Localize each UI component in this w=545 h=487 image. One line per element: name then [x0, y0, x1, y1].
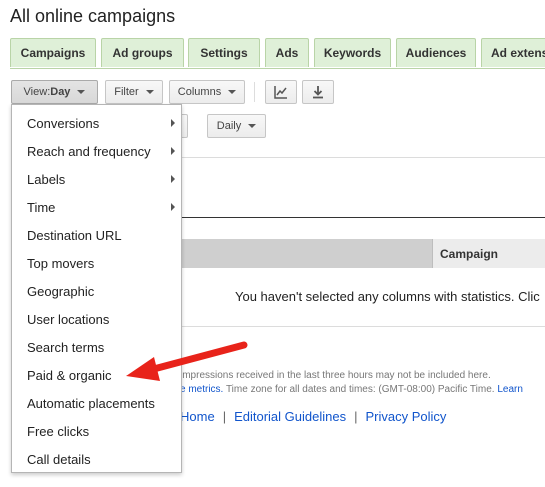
menu-item-label: Time — [27, 199, 56, 215]
chart-area-top-border — [180, 157, 545, 158]
menu-item-call-details[interactable]: Call details — [12, 445, 181, 473]
daily-dropdown-button[interactable]: Daily — [207, 114, 266, 138]
chevron-right-icon — [171, 203, 175, 211]
menu-item-label: Conversions — [27, 115, 100, 131]
menu-item-user-locations[interactable]: User locations — [12, 305, 181, 333]
menu-item-search-terms[interactable]: Search terms — [12, 333, 181, 361]
data-delay-note: impressions received in the last three h… — [180, 370, 491, 381]
menu-item-conversions[interactable]: Conversions — [12, 109, 181, 137]
footer-separator: | — [222, 409, 227, 424]
download-icon — [313, 86, 323, 99]
timezone-note: e metrics. Time zone for all dates and t… — [180, 384, 523, 395]
chart-button[interactable] — [265, 80, 297, 104]
footer-link-privacy-policy[interactable]: Privacy Policy — [365, 409, 446, 424]
menu-item-paid-and-organic[interactable]: Paid & organic — [12, 361, 181, 389]
learn-more-link[interactable]: Learn — [497, 384, 523, 395]
footer-separator: | — [354, 409, 358, 424]
view-menu: Conversions Reach and frequency Labels T… — [11, 104, 182, 473]
view-label: View: — [23, 86, 51, 98]
menu-item-geographic[interactable]: Geographic — [12, 277, 181, 305]
menu-item-label: Search terms — [27, 339, 105, 355]
menu-item-label: Reach and frequency — [27, 143, 151, 159]
toolbar-divider — [254, 82, 255, 102]
chevron-right-icon — [171, 175, 175, 183]
chevron-down-icon — [248, 124, 257, 128]
menu-item-label: Automatic placements — [27, 395, 155, 411]
menu-item-label: Top movers — [27, 255, 95, 271]
footer-link-editorial-guidelines[interactable]: Editorial Guidelines — [234, 409, 346, 424]
tab-keywords[interactable]: Keywords — [314, 38, 391, 67]
chevron-down-icon — [228, 90, 237, 94]
tab-audiences[interactable]: Audiences — [396, 38, 476, 67]
menu-item-label: Free clicks — [27, 423, 90, 439]
chevron-down-icon — [77, 90, 86, 94]
menu-item-time[interactable]: Time — [12, 193, 181, 221]
table-bottom-border — [180, 326, 545, 327]
view-dropdown-button[interactable]: View: Day — [11, 80, 98, 104]
tab-ads[interactable]: Ads — [265, 38, 309, 67]
campaign-column-header[interactable]: Campaign — [432, 239, 545, 268]
filter-button[interactable]: Filter — [105, 80, 163, 104]
menu-item-label: Paid & organic — [27, 367, 112, 383]
chevron-right-icon — [171, 119, 175, 127]
menu-item-automatic-placements[interactable]: Automatic placements — [12, 389, 181, 417]
tab-settings[interactable]: Settings — [188, 38, 260, 67]
tab-ad-extensions[interactable]: Ad extensio — [481, 38, 545, 67]
timezone-text: Time zone for all dates and times: (GMT-… — [223, 384, 498, 395]
line-chart-icon — [274, 86, 287, 99]
empty-table-message: You haven't selected any columns with st… — [235, 289, 540, 304]
menu-item-label: Call details — [27, 451, 91, 467]
daily-label: Daily — [216, 120, 242, 132]
menu-item-labels[interactable]: Labels — [12, 165, 181, 193]
footer-link-home[interactable]: Home — [180, 409, 215, 424]
download-button[interactable] — [302, 80, 334, 104]
chevron-down-icon — [145, 90, 154, 94]
menu-item-destination-url[interactable]: Destination URL — [12, 221, 181, 249]
menu-item-label: Labels — [27, 171, 66, 187]
filter-label: Filter — [114, 86, 139, 98]
menu-item-label: Destination URL — [27, 227, 122, 243]
page-title: All online campaigns — [10, 6, 176, 26]
tabs-divider — [10, 68, 545, 69]
menu-item-label: Geographic — [27, 283, 95, 299]
menu-item-reach-and-frequency[interactable]: Reach and frequency — [12, 137, 181, 165]
campaign-tabs: Campaigns Ad groups Settings Ads Keyword… — [10, 38, 545, 69]
chevron-right-icon — [171, 147, 175, 155]
menu-item-top-movers[interactable]: Top movers — [12, 249, 181, 277]
columns-label: Columns — [177, 86, 222, 98]
tab-campaigns[interactable]: Campaigns — [10, 38, 96, 67]
menu-item-label: User locations — [27, 311, 110, 327]
metrics-link[interactable]: e metrics. — [180, 384, 223, 395]
view-value: Day — [50, 86, 71, 98]
footer-links: Home | Editorial Guidelines | Privacy Policy — [180, 409, 446, 424]
chart-area-bottom-border — [180, 217, 545, 218]
menu-item-free-clicks[interactable]: Free clicks — [12, 417, 181, 445]
columns-button[interactable]: Columns — [169, 80, 245, 104]
tab-ad-groups[interactable]: Ad groups — [101, 38, 184, 67]
